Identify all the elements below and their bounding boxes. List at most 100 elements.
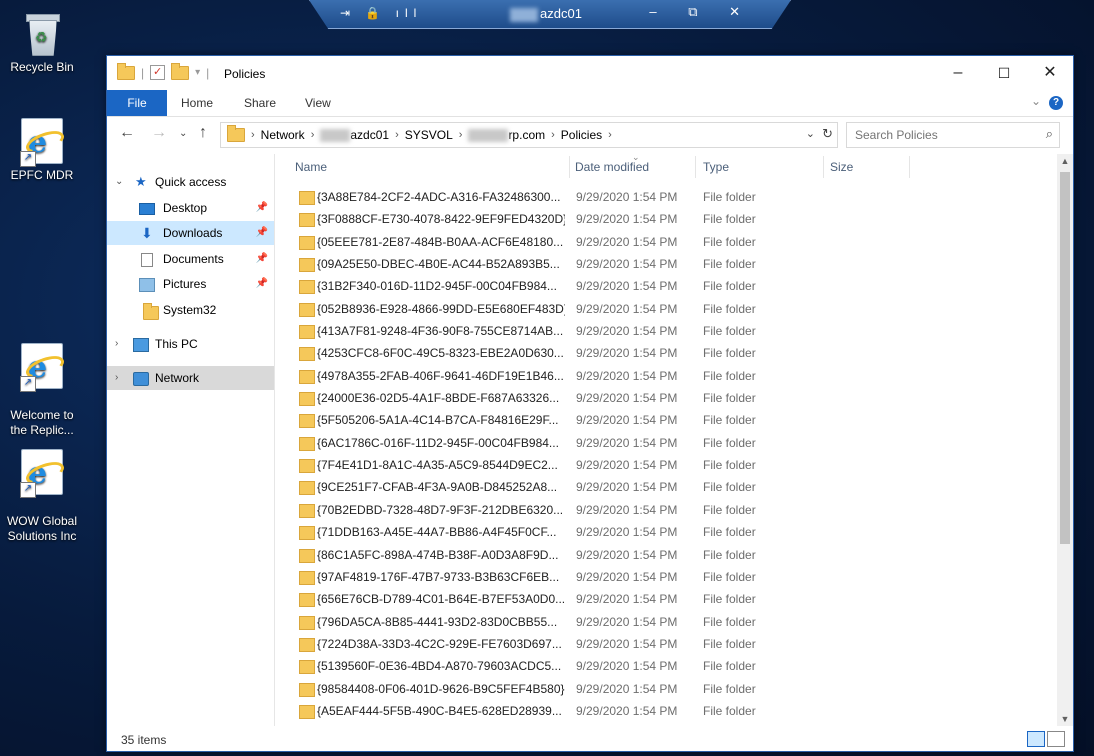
table-row[interactable]: {97AF4819-176F-47B7-9733-B3B63CF6EB... 9/… (275, 566, 1057, 588)
desktop-icon-wow-global[interactable]: e ↗ WOW Global Solutions Inc (0, 434, 86, 559)
nav-item-downloads[interactable]: ⬇ Downloads 📌 (107, 221, 274, 245)
table-row[interactable]: {413A7F81-9248-4F36-90F8-755CE8714AB... 9… (275, 320, 1057, 342)
column-header-date[interactable]: Date modified (575, 160, 649, 180)
column-header-type[interactable]: Type (703, 160, 729, 180)
table-row[interactable]: {5F505206-5A1A-4C14-B7CA-F84816E29F... 9/… (275, 409, 1057, 431)
table-row[interactable]: {24000E36-02D5-4A1F-8BDE-F687A63326... 9/… (275, 387, 1057, 409)
nav-label: Pictures (163, 277, 207, 291)
rdp-bar-left-icons[interactable]: ⇥ 🔒 ıll (340, 6, 422, 20)
table-row[interactable]: {98584408-0F06-401D-9626-B9C5FEF4B580} 9/… (275, 678, 1057, 700)
nav-item-pictures[interactable]: Pictures 📌 (107, 272, 274, 296)
table-row[interactable]: {31B2F340-016D-11D2-945F-00C04FB984... 9/… (275, 275, 1057, 297)
recent-locations-icon[interactable]: ⌄ (179, 128, 187, 139)
table-row[interactable]: {3F0888CF-E730-4078-8422-9EF9FED4320D} 9/… (275, 208, 1057, 230)
column-header-size[interactable]: Size (830, 160, 853, 180)
expand-ribbon-icon[interactable]: ⌄ (1031, 94, 1041, 108)
chevron-right-icon[interactable]: › (115, 332, 118, 356)
table-row[interactable]: {9CE251F7-CFAB-4F3A-9A0B-D845252A8... 9/2… (275, 476, 1057, 498)
nav-item-documents[interactable]: Documents 📌 (107, 247, 274, 271)
back-button[interactable]: ← (119, 124, 135, 142)
nav-network[interactable]: › Network (107, 366, 274, 390)
nav-quick-access[interactable]: ⌄ ★ Quick access (107, 170, 274, 194)
breadcrumb-server[interactable]: azdc01 (350, 128, 389, 142)
table-row[interactable]: {7224D38A-33D3-4C2C-929E-FE7603D697... 9/… (275, 633, 1057, 655)
desktop-icon-label: WOW Global Solutions Inc (6, 514, 77, 543)
nav-label: Desktop (163, 201, 208, 215)
qat-dropdown-icon[interactable]: ▾ (195, 67, 200, 78)
properties-icon[interactable]: ✓ (150, 65, 166, 80)
table-row[interactable]: {656E76CB-D789-4C01-B64E-B7EF53A0D0... 9/… (275, 588, 1057, 610)
forward-button[interactable]: → (151, 124, 167, 142)
desktop-icon-recycle-bin[interactable]: ♻ Recycle Bin (0, 12, 86, 75)
file-date: 9/29/2020 1:54 PM (576, 681, 678, 696)
column-header-name[interactable]: Name (295, 160, 327, 180)
scroll-up-icon[interactable]: ▲ (1057, 156, 1073, 166)
refresh-icon[interactable]: ↻ (822, 126, 833, 142)
breadcrumb-domain[interactable]: rp.com (508, 128, 545, 142)
scroll-down-icon[interactable]: ▼ (1057, 714, 1073, 724)
folder-icon (299, 325, 315, 340)
rdp-bar-window-controls[interactable]: – ⧉ ✕ (649, 4, 754, 20)
navigation-bar: ← → ⌄ ↑ › Network › azdc01 › SYSVOL › rp… (107, 120, 1073, 150)
file-date: 9/29/2020 1:54 PM (576, 279, 678, 294)
folder-icon (299, 280, 315, 295)
title-bar[interactable]: | ✓ ▾ | Policies – ☐ ✕ (107, 56, 1073, 90)
pictures-icon (139, 278, 155, 292)
table-row[interactable]: {A5EAF444-5F5B-490C-B4E5-628ED28939... 9/… (275, 700, 1057, 722)
table-row[interactable]: {4978A355-2FAB-406F-9641-46DF19E1B46... 9… (275, 365, 1057, 387)
scrollbar-thumb[interactable] (1060, 172, 1070, 544)
search-input[interactable] (853, 127, 1037, 143)
table-row[interactable]: {6AC1786C-016F-11D2-945F-00C04FB984... 9/… (275, 432, 1057, 454)
minimize-button[interactable]: – (935, 56, 981, 90)
search-icon: ⌕ (1045, 126, 1053, 141)
chevron-down-icon[interactable]: ⌄ (115, 170, 123, 194)
new-folder-icon[interactable] (171, 62, 190, 80)
desktop-icon-epfc-mdr[interactable]: e ↗ EPFC MDR (0, 118, 86, 183)
search-box[interactable]: ⌕ (846, 122, 1060, 148)
file-type: File folder (703, 480, 756, 495)
table-row[interactable]: {3A88E784-2CF2-4ADC-A316-FA32486300... 9/… (275, 186, 1057, 208)
file-date: 9/29/2020 1:54 PM (576, 525, 678, 540)
details-view-icon[interactable] (1027, 731, 1045, 747)
chevron-right-icon[interactable]: › (115, 366, 118, 390)
star-icon: ★ (135, 174, 147, 189)
table-row[interactable]: {796DA5CA-8B85-4441-93D2-83D0CBB55... 9/2… (275, 611, 1057, 633)
folder-icon (299, 414, 315, 429)
table-row[interactable]: {86C1A5FC-898A-474B-B38F-A0D3A8F9D... 9/2… (275, 544, 1057, 566)
table-row[interactable]: {052B8936-E928-4866-99DD-E5E680EF483D} 9/… (275, 298, 1057, 320)
address-bar[interactable]: › Network › azdc01 › SYSVOL › rp.com › P… (220, 122, 838, 148)
up-button[interactable]: ↑ (199, 124, 207, 142)
help-icon[interactable]: ? (1049, 96, 1063, 110)
tab-view[interactable]: View (305, 90, 331, 116)
file-type: File folder (703, 435, 756, 450)
close-button[interactable]: ✕ (1027, 56, 1073, 90)
table-row[interactable]: {09A25E50-DBEC-4B0E-AC44-B52A893B5... 9/2… (275, 253, 1057, 275)
table-row[interactable]: {71DDB163-A45E-44A7-BB86-A4F45F0CF... 9/2… (275, 521, 1057, 543)
address-dropdown-icon[interactable]: ⌄ (806, 127, 815, 140)
table-row[interactable]: {70B2EDBD-7328-48D7-9F3F-212DBE6320... 9/… (275, 499, 1057, 521)
table-row[interactable]: {05EEE781-2E87-484B-B0AA-ACF6E48180... 9/… (275, 231, 1057, 253)
table-row[interactable]: {4253CFC8-6F0C-49C5-8323-EBE2A0D630... 9/… (275, 342, 1057, 364)
pin-icon[interactable]: 📌 (256, 196, 268, 220)
vertical-scrollbar[interactable]: ▲ ▼ (1057, 154, 1073, 726)
maximize-button[interactable]: ☐ (981, 56, 1027, 90)
tab-file[interactable]: File (107, 90, 167, 116)
pin-icon[interactable]: 📌 (256, 247, 268, 271)
nav-this-pc[interactable]: › This PC (107, 332, 274, 356)
nav-item-desktop[interactable]: Desktop 📌 (107, 196, 274, 220)
breadcrumb-sysvol[interactable]: SYSVOL (405, 128, 453, 142)
table-row[interactable]: {5139560F-0E36-4BD4-A870-79603ACDC5... 9/… (275, 655, 1057, 677)
folder-icon (299, 191, 315, 205)
large-icons-view-icon[interactable] (1047, 731, 1065, 747)
pin-icon[interactable]: 📌 (256, 272, 268, 296)
table-row[interactable]: {7F4E41D1-8A1C-4A35-A5C9-8544D9EC2... 9/2… (275, 454, 1057, 476)
breadcrumb-network[interactable]: Network (261, 128, 305, 142)
pin-icon[interactable]: 📌 (256, 221, 268, 245)
tab-share[interactable]: Share (244, 90, 276, 116)
file-name: {052B8936-E928-4866-99DD-E5E680EF483D} (317, 301, 565, 316)
breadcrumb-policies[interactable]: Policies (561, 128, 602, 142)
nav-item-system32[interactable]: System32 (107, 298, 274, 322)
rdp-connection-bar[interactable]: ⇥ 🔒 ıll azdc01 – ⧉ ✕ (309, 0, 791, 29)
tab-home[interactable]: Home (181, 90, 213, 116)
folder-icon (299, 258, 315, 273)
